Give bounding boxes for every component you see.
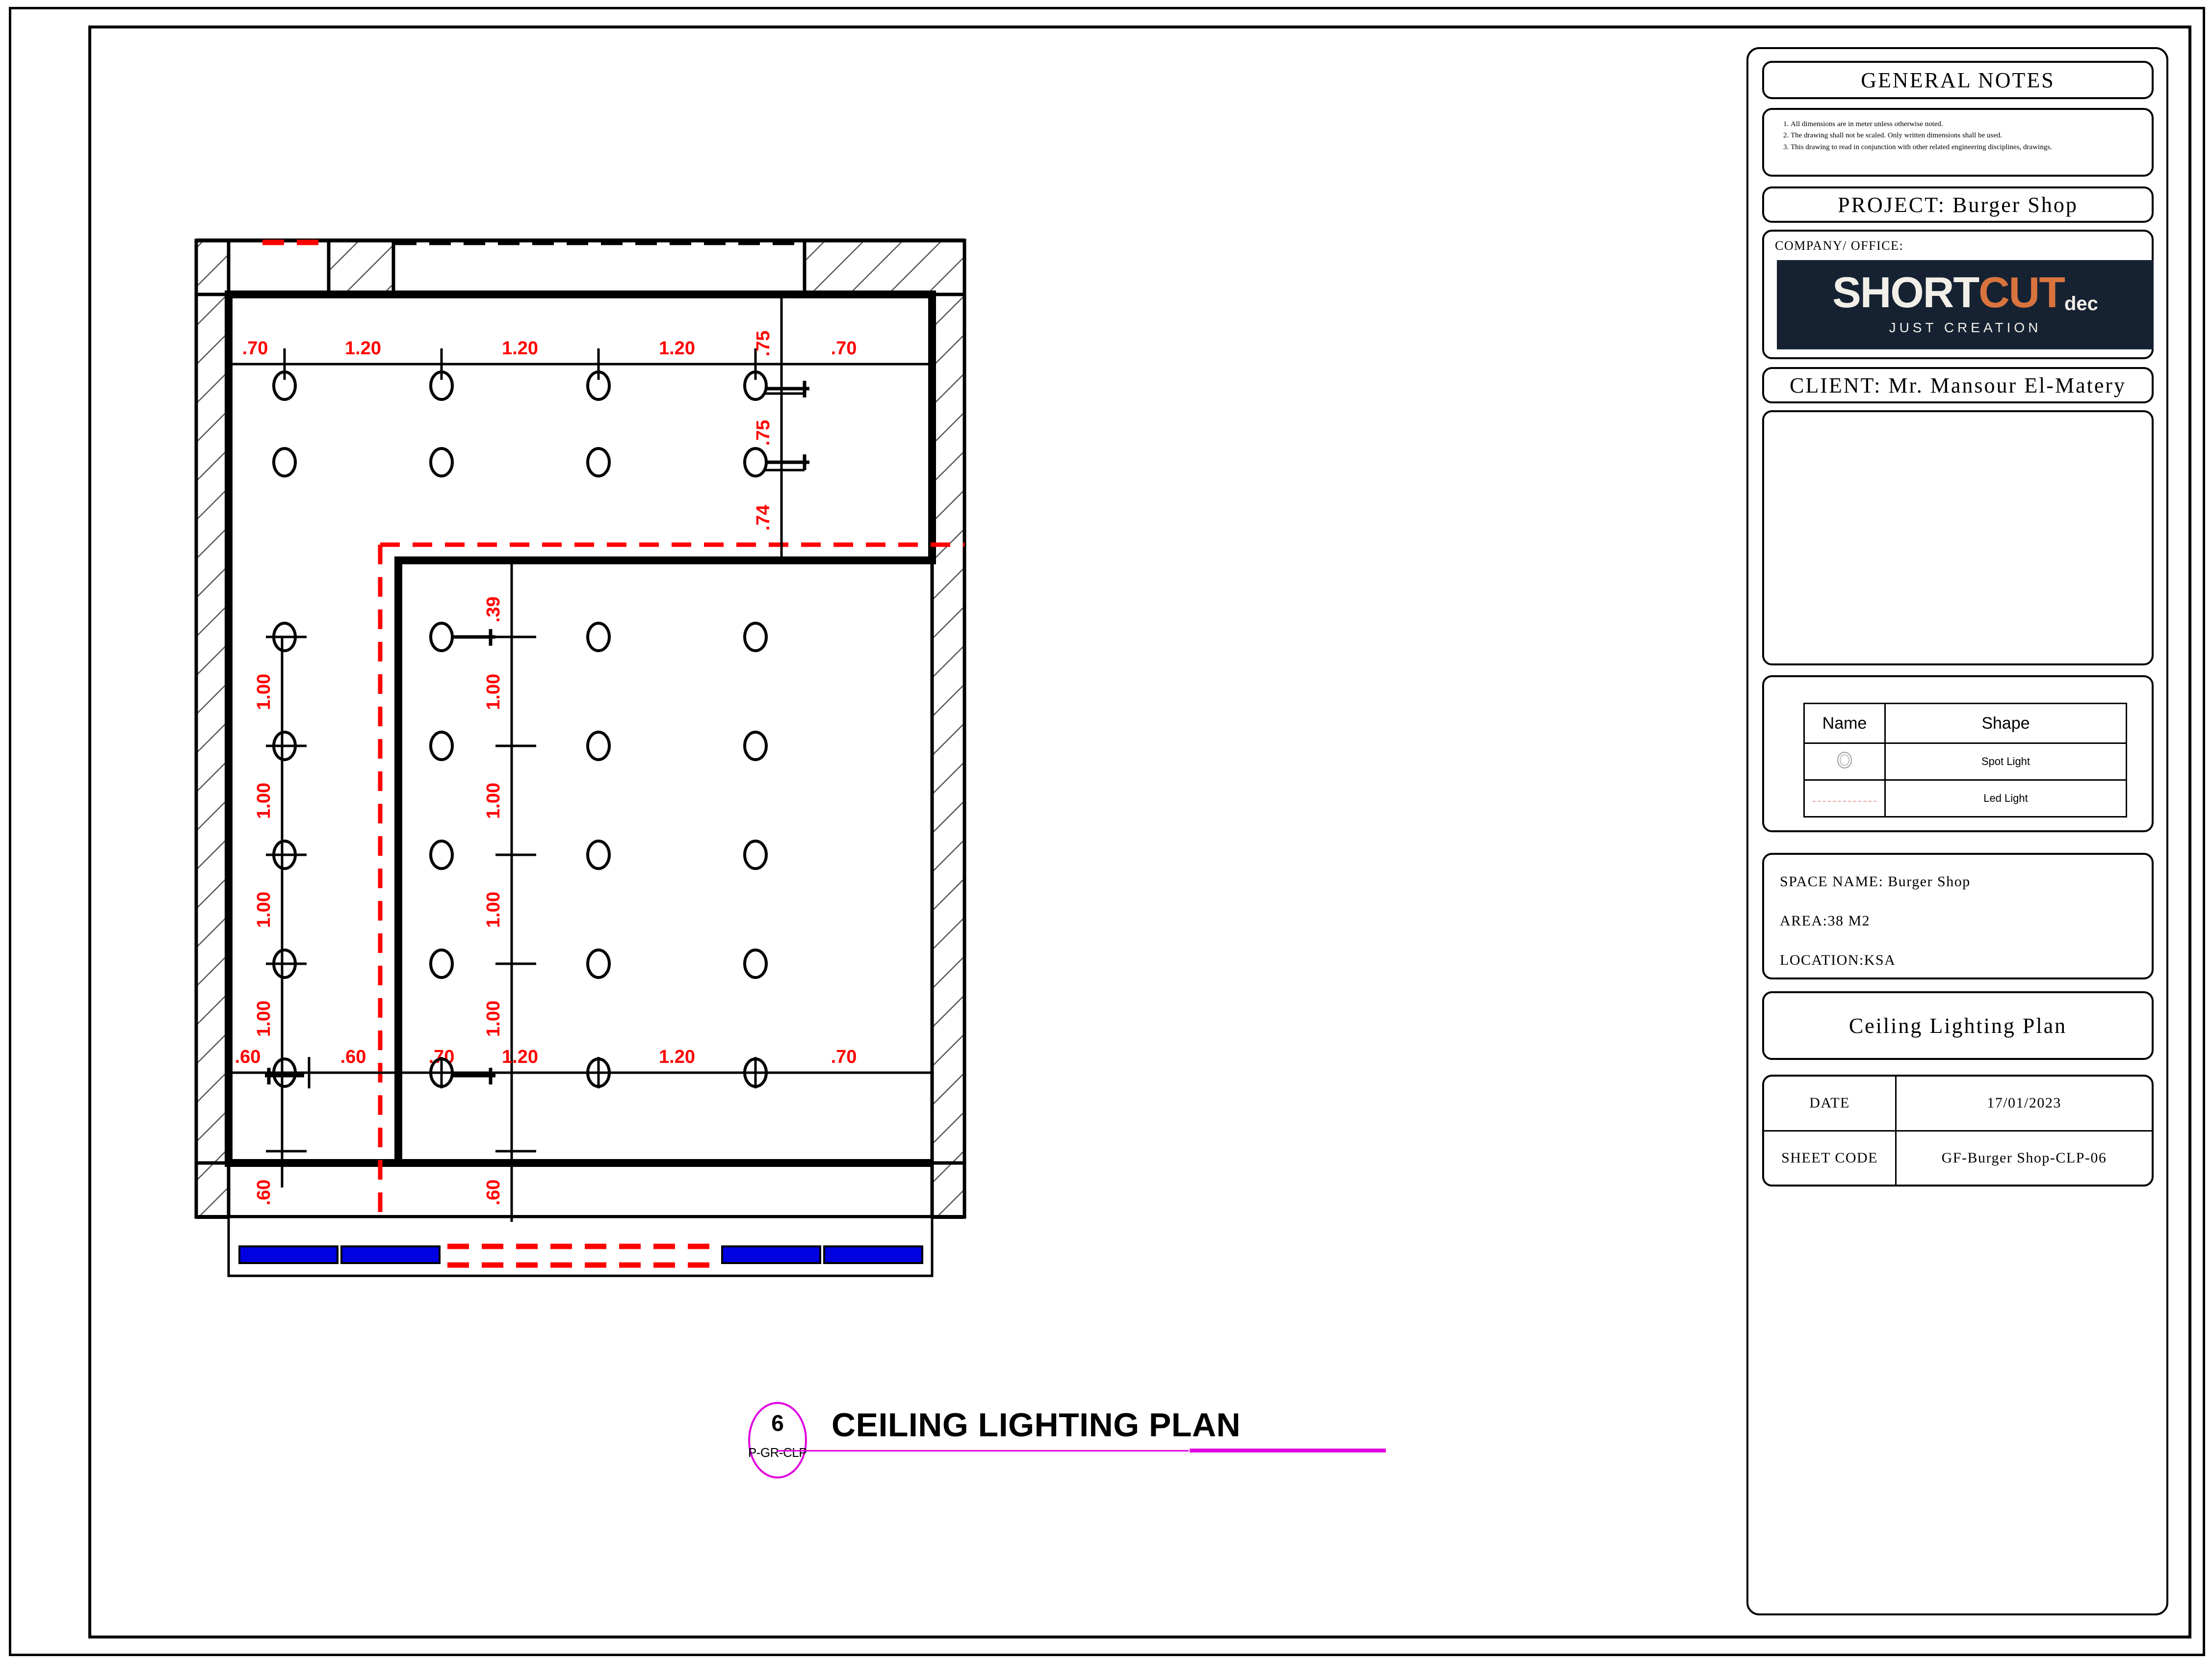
- space-name: SPACE NAME: Burger Shop: [1780, 873, 1971, 890]
- svg-text:1.20: 1.20: [502, 1047, 538, 1067]
- date-sheetcode-box: DATE 17/01/2023 SHEET CODE GF-Burger Sho…: [1762, 1075, 2154, 1187]
- svg-text:.70: .70: [831, 338, 857, 359]
- sheet-code-value: GF-Burger Shop-CLP-06: [1895, 1130, 2152, 1185]
- general-note-item: All dimensions are in meter unless other…: [1791, 119, 2146, 130]
- company-office-label: COMPANY/ OFFICE:: [1775, 238, 1904, 253]
- legend-row-led-light: Led Light: [1803, 779, 2127, 818]
- svg-text:.60: .60: [254, 1180, 274, 1206]
- legend-header-name: Name: [1803, 703, 1886, 744]
- svg-text:.39: .39: [483, 597, 504, 623]
- space-area: AREA:38 M2: [1780, 913, 1871, 929]
- blank-panel: [1762, 410, 2154, 665]
- legend-table: Name Shape Spot Light Led Light: [1803, 703, 2127, 818]
- plan-title-row: 6 P-GR-CLP CEILING LIGHTING PLAN: [748, 1391, 1386, 1484]
- general-notes-list: All dimensions are in meter unless other…: [1780, 119, 2146, 153]
- ceiling-lighting-floor-plan: .70 1.20 1.20 1.20 .70 .75 .75 .74 1.00 …: [194, 238, 966, 1277]
- storefront-glazing-group: [227, 1215, 934, 1277]
- dimension-leader-ticks: [265, 381, 809, 1084]
- svg-text:1.20: 1.20: [659, 1047, 695, 1067]
- plan-title-underline-thick: [1190, 1449, 1386, 1452]
- plan-tag-number: 6: [771, 1410, 784, 1436]
- title-block: GENERAL NOTES All dimensions are in mete…: [1746, 47, 2168, 1615]
- date-sheetcode-table: DATE 17/01/2023 SHEET CODE GF-Burger Sho…: [1764, 1077, 2152, 1185]
- legend-header-shape: Shape: [1884, 703, 2127, 744]
- general-notes-header-box: GENERAL NOTES: [1762, 61, 2154, 99]
- client-label: CLIENT: Mr. Mansour El-Matery: [1789, 373, 2127, 397]
- svg-text:1.20: 1.20: [345, 338, 381, 359]
- led-light-dashed-icon: [1813, 801, 1876, 802]
- legend-name-spot-light: Spot Light: [1884, 742, 2127, 781]
- project-box: PROJECT: Burger Shop: [1762, 186, 2154, 223]
- plan-title-underline-thin: [777, 1450, 1189, 1452]
- dimension-labels-middle: .39 1.00 1.00 1.00 1.00 .60: [483, 597, 504, 1206]
- svg-text:1.00: 1.00: [483, 892, 504, 928]
- svg-text:1.20: 1.20: [502, 338, 538, 359]
- date-value: 17/01/2023: [1895, 1077, 2152, 1132]
- legend-symbol-cell: [1803, 742, 1886, 781]
- dimension-chain-top: [229, 348, 932, 380]
- dimension-chain-middle: [495, 560, 536, 1222]
- general-note-item: This drawing to read in conjunction with…: [1791, 142, 2146, 153]
- ceiling-outline-L-shape: [225, 290, 936, 1167]
- led-light-cove-lines: [378, 542, 964, 1246]
- svg-text:1.00: 1.00: [254, 783, 274, 819]
- logo-letter-s: S: [1832, 268, 1861, 317]
- dimension-labels-left: 1.00 1.00 1.00 1.00 .60: [254, 674, 274, 1205]
- svg-text:.70: .70: [242, 338, 268, 359]
- svg-text:.70: .70: [831, 1047, 857, 1067]
- svg-text:.75: .75: [753, 420, 774, 446]
- sheet-title: Ceiling Lighting Plan: [1848, 1013, 2067, 1038]
- sheet-title-box: Ceiling Lighting Plan: [1762, 991, 2154, 1060]
- logo-wordmark: SHORTCUTdec: [1777, 271, 2154, 314]
- wall-hatch-group: [194, 238, 966, 1219]
- plan-title-text: CEILING LIGHTING PLAN: [832, 1406, 1241, 1444]
- legend-header-row: Name Shape: [1803, 703, 2127, 744]
- svg-text:1.00: 1.00: [254, 674, 274, 710]
- space-info-box: SPACE NAME: Burger Shop AREA:38 M2 LOCAT…: [1762, 853, 2154, 979]
- svg-text:1.20: 1.20: [659, 338, 695, 359]
- logo-word-cut: CUT: [1978, 268, 2065, 317]
- svg-text:1.00: 1.00: [483, 1001, 504, 1037]
- sheet-code-label: SHEET CODE: [1764, 1130, 1897, 1185]
- legend-box: Name Shape Spot Light Led Light: [1762, 675, 2154, 832]
- svg-text:.60: .60: [340, 1047, 366, 1067]
- sheet-code-row: SHEET CODE GF-Burger Shop-CLP-06: [1764, 1130, 2152, 1185]
- spot-light-circle-icon: [1837, 752, 1852, 768]
- logo-word-short: HORT: [1860, 268, 1979, 317]
- date-label: DATE: [1764, 1077, 1897, 1132]
- client-box: CLIENT: Mr. Mansour El-Matery: [1762, 367, 2154, 403]
- logo-tagline: JUST CREATION: [1889, 320, 2042, 335]
- svg-text:.75: .75: [753, 331, 774, 357]
- svg-text:1.00: 1.00: [483, 674, 504, 710]
- general-note-item: The drawing shall not be scaled. Only wr…: [1791, 130, 2146, 141]
- legend-name-led-light: Led Light: [1884, 779, 2127, 818]
- general-notes-header: GENERAL NOTES: [1861, 68, 2055, 92]
- svg-text:.60: .60: [483, 1180, 504, 1206]
- legend-row-spot-light: Spot Light: [1803, 742, 2127, 781]
- svg-text:.60: .60: [235, 1047, 261, 1067]
- svg-text:.74: .74: [753, 505, 774, 531]
- spot-light-symbols: [272, 370, 768, 1088]
- svg-text:1.00: 1.00: [254, 1001, 274, 1037]
- project-label: PROJECT: Burger Shop: [1838, 192, 2078, 217]
- company-office-box: COMPANY/ OFFICE: SHORTCUTdec JUST CREATI…: [1762, 230, 2154, 359]
- dimension-chain-bottom: [229, 1057, 932, 1088]
- general-notes-body-box: All dimensions are in meter unless other…: [1762, 108, 2154, 177]
- shortcut-dec-logo: SHORTCUTdec JUST CREATION: [1777, 260, 2154, 349]
- svg-text:1.00: 1.00: [483, 783, 504, 819]
- space-location: LOCATION:KSA: [1780, 952, 1896, 968]
- drawing-area: .70 1.20 1.20 1.20 .70 .75 .75 .74 1.00 …: [98, 34, 1702, 1624]
- plan-tag-code: P-GR-CLP: [748, 1445, 807, 1460]
- legend-symbol-cell: [1803, 779, 1886, 818]
- date-row: DATE 17/01/2023: [1764, 1077, 2152, 1132]
- svg-text:1.00: 1.00: [254, 892, 274, 928]
- logo-word-dec: dec: [2064, 293, 2098, 315]
